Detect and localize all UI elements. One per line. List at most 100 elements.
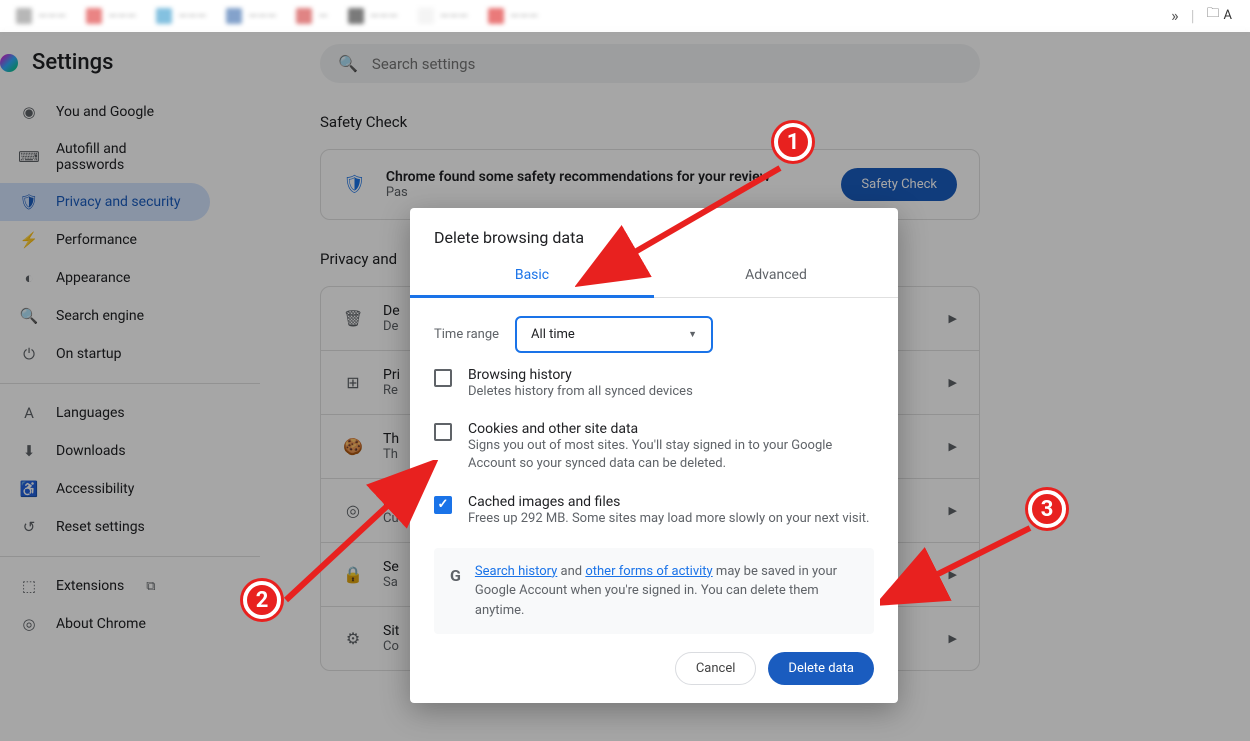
nav-label: You and Google [56, 104, 154, 120]
browser-tab[interactable]: — [288, 4, 335, 28]
browser-tab[interactable]: ——— [8, 4, 74, 28]
nav-label: Reset settings [56, 519, 145, 535]
bookmark-folder[interactable]: 🗀 A [1207, 4, 1233, 26]
autofill-icon: ⌨ [20, 148, 38, 166]
chevron-right-icon: ▶ [949, 312, 957, 325]
option-desc: Deletes history from all synced devices [468, 383, 693, 401]
nav-appearance[interactable]: ◐ Appearance [0, 259, 210, 297]
dialog-title: Delete browsing data [410, 208, 898, 255]
nav-label: Languages [56, 405, 125, 421]
nav-accessibility[interactable]: ♿ Accessibility [0, 470, 210, 508]
annotation-marker-2: 2 [243, 581, 281, 619]
option-title: Browsing history [468, 367, 693, 383]
browser-tab[interactable]: ——— [480, 4, 546, 28]
chevron-right-icon: ▶ [949, 632, 957, 645]
browser-tabs-bar: ——— ——— ——— ——— — ——— ——— ——— [0, 0, 1250, 32]
checkbox-cached-images[interactable] [434, 496, 452, 514]
safety-check-button[interactable]: Safety Check [841, 168, 957, 201]
search-input[interactable] [372, 55, 962, 73]
power-icon: ⏻ [20, 345, 38, 363]
delete-browsing-data-dialog: Delete browsing data Basic Advanced Time… [410, 208, 898, 703]
safety-check-section-title: Safety Check [320, 113, 1210, 131]
reset-icon: ↺ [20, 518, 38, 536]
folder-icon: 🗀 [1207, 4, 1220, 26]
browser-tab[interactable]: ——— [78, 4, 144, 28]
accessibility-icon: ♿ [20, 480, 38, 498]
nav-downloads[interactable]: ⬇ Downloads [0, 432, 210, 470]
nav-extensions[interactable]: ⬚ Extensions ⧉ [0, 567, 210, 605]
nav-about[interactable]: ◎ About Chrome [0, 605, 210, 643]
cookie-icon: 🍪 [343, 437, 363, 456]
chrome-icon: ◎ [20, 615, 38, 633]
search-history-link[interactable]: Search history [475, 564, 557, 579]
other-forms-link[interactable]: other forms of activity [585, 564, 712, 579]
shield-icon: 🛡 [343, 174, 366, 195]
nav-languages[interactable]: A Languages [0, 394, 210, 432]
tabs-overflow-icon[interactable]: » [1171, 6, 1179, 25]
speed-icon: ⚡ [20, 231, 38, 249]
chevron-right-icon: ▶ [949, 376, 957, 389]
chrome-avatar-icon [0, 54, 18, 72]
option-desc: Frees up 292 MB. Some sites may load mor… [468, 510, 869, 528]
nav-on-startup[interactable]: ⏻ On startup [0, 335, 210, 373]
settings-sidebar: Settings ◉ You and Google ⌨Autofill and p… [0, 32, 260, 741]
settings-header: Settings [0, 50, 260, 93]
privacy-guide-icon: ⊞ [343, 373, 363, 392]
shield-icon: 🛡 [20, 193, 38, 211]
language-icon: A [20, 404, 38, 422]
browser-tab[interactable]: ——— [218, 4, 284, 28]
nav-you-and-google[interactable]: ◉ You and Google [0, 93, 210, 131]
external-link-icon: ⧉ [146, 579, 155, 594]
option-title: Cookies and other site data [468, 421, 874, 437]
safety-check-title: Chrome found some safety recommendations… [386, 169, 822, 185]
browser-tab[interactable]: ——— [340, 4, 406, 28]
tune-icon: ⚙ [343, 629, 363, 648]
chevron-right-icon: ▶ [949, 504, 957, 517]
tab-advanced[interactable]: Advanced [654, 255, 898, 298]
annotation-marker-3: 3 [1028, 490, 1066, 528]
nav-performance[interactable]: ⚡ Performance [0, 221, 210, 259]
folder-label: A [1224, 8, 1232, 23]
nav-label: Performance [56, 232, 137, 248]
nav-label: Privacy and security [56, 194, 180, 210]
checkbox-browsing-history[interactable] [434, 369, 452, 387]
nav-label: On startup [56, 346, 122, 362]
cancel-button[interactable]: Cancel [675, 652, 757, 685]
nav-label: Search engine [56, 308, 144, 324]
delete-data-button[interactable]: Delete data [768, 652, 874, 685]
option-desc: Signs you out of most sites. You'll stay… [468, 437, 874, 473]
safety-check-subtitle: Pas [386, 185, 822, 200]
chevron-right-icon: ▶ [949, 440, 957, 453]
nav-reset[interactable]: ↺ Reset settings [0, 508, 210, 546]
ads-icon: ◎ [343, 501, 363, 520]
extension-icon: ⬚ [20, 577, 38, 595]
nav-privacy-security[interactable]: 🛡 Privacy and security [0, 183, 210, 221]
person-icon: ◉ [20, 103, 38, 121]
nav-search-engine[interactable]: 🔍 Search engine [0, 297, 210, 335]
option-title: Cached images and files [468, 494, 869, 510]
nav-label: Extensions [56, 578, 124, 594]
search-icon: 🔍 [338, 54, 358, 73]
time-range-select[interactable]: All time ▼ [515, 316, 713, 353]
google-account-info: G Search history and other forms of acti… [434, 548, 874, 635]
nav-label: Appearance [56, 270, 130, 286]
palette-icon: ◐ [20, 269, 38, 287]
time-range-label: Time range [434, 327, 499, 342]
browser-tab[interactable]: ——— [410, 4, 476, 28]
lock-icon: 🔒 [343, 565, 363, 584]
settings-title: Settings [32, 50, 113, 75]
download-icon: ⬇ [20, 442, 38, 460]
time-range-value: All time [531, 327, 575, 342]
search-icon: 🔍 [20, 307, 38, 325]
checkbox-cookies[interactable] [434, 423, 452, 441]
search-settings[interactable]: 🔍 [320, 44, 980, 83]
nav-autofill[interactable]: ⌨Autofill and passwords [0, 131, 210, 183]
chevron-down-icon: ▼ [688, 329, 697, 340]
trash-icon: 🗑 [343, 309, 363, 328]
annotation-marker-1: 1 [774, 123, 812, 161]
nav-label: About Chrome [56, 616, 146, 632]
nav-label: Accessibility [56, 481, 134, 497]
tab-basic[interactable]: Basic [410, 255, 654, 298]
nav-label: Downloads [56, 443, 126, 459]
browser-tab[interactable]: ——— [148, 4, 214, 28]
